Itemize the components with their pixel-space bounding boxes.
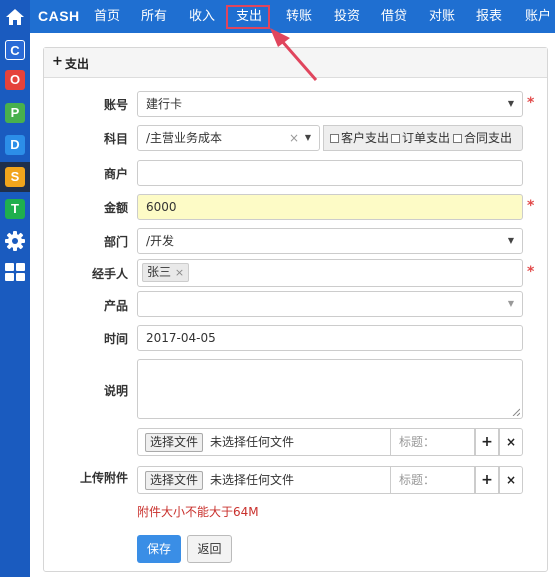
- subject-label: 科目: [103, 132, 128, 146]
- attachment-row: 选择文件 未选择任何文件 标题： + ×: [137, 428, 523, 456]
- time-label: 时间: [103, 332, 128, 346]
- attachment-title-input[interactable]: 标题：: [391, 428, 475, 456]
- description-label: 说明: [103, 384, 128, 398]
- attachment-row: 选择文件 未选择任何文件 标题： + ×: [137, 466, 523, 494]
- department-label: 部门: [103, 235, 128, 249]
- tag-remove-icon[interactable]: ×: [175, 266, 184, 279]
- checkbox-icon: [391, 134, 400, 143]
- top-navbar: CASH 首页 所有 收入 支出 转账 投资 借贷 对账 报表 账户: [30, 0, 555, 33]
- nav-home[interactable]: 首页: [94, 0, 120, 33]
- panel-title: 支出: [65, 57, 90, 71]
- panel-header: + 支出: [44, 48, 547, 78]
- handler-tag: 张三 ×: [142, 263, 190, 282]
- choose-file-button[interactable]: 选择文件: [145, 433, 204, 452]
- nav-transfer[interactable]: 转账: [286, 0, 312, 33]
- product-select[interactable]: ▼: [137, 291, 523, 317]
- amount-input[interactable]: 6000: [137, 194, 523, 220]
- clear-icon[interactable]: ×: [289, 126, 299, 150]
- product-label: 产品: [103, 299, 128, 313]
- required-mark: *: [527, 198, 535, 214]
- description-textarea[interactable]: [137, 359, 523, 419]
- s-app-icon[interactable]: S: [5, 167, 25, 187]
- department-select[interactable]: /开发 ▼: [137, 228, 523, 254]
- time-input[interactable]: 2017-04-05: [137, 325, 523, 351]
- attachment-size-note: 附件大小不能大于64M: [137, 505, 259, 519]
- account-value: 建行卡: [146, 97, 183, 111]
- nav-investment[interactable]: 投资: [334, 0, 360, 33]
- remove-attachment-button[interactable]: ×: [499, 466, 523, 494]
- subject-select[interactable]: /主营业务成本 × ▼: [137, 125, 320, 151]
- account-select[interactable]: 建行卡 ▼: [137, 91, 523, 117]
- file-input[interactable]: 选择文件 未选择任何文件: [137, 428, 391, 456]
- handler-multiselect[interactable]: 张三 ×: [137, 259, 523, 287]
- handler-label: 经手人: [91, 267, 128, 281]
- contract-expense-checkbox[interactable]: 合同支出: [453, 126, 512, 150]
- chevron-down-icon: ▼: [507, 99, 514, 108]
- choose-file-button[interactable]: 选择文件: [145, 471, 204, 490]
- checkbox-label: 合同支出: [464, 131, 513, 145]
- merchant-label: 商户: [103, 167, 128, 181]
- o-app-icon[interactable]: O: [5, 70, 25, 90]
- save-button[interactable]: 保存: [137, 535, 181, 563]
- checkbox-icon: [330, 134, 339, 143]
- customer-expense-checkbox[interactable]: 客户支出: [330, 126, 389, 150]
- required-mark: *: [527, 95, 535, 111]
- grid-icon[interactable]: [4, 262, 26, 282]
- add-attachment-button[interactable]: +: [475, 466, 499, 494]
- subject-value: /主营业务成本: [146, 131, 223, 145]
- brand-logo[interactable]: CASH: [38, 0, 80, 33]
- t-app-icon[interactable]: T: [5, 199, 25, 219]
- no-file-text: 未选择任何文件: [210, 473, 295, 487]
- checkbox-icon: [453, 134, 462, 143]
- nav-expense[interactable]: 支出: [228, 0, 270, 33]
- nav-loan[interactable]: 借贷: [381, 0, 407, 33]
- checkbox-label: 订单支出: [402, 131, 451, 145]
- add-attachment-button[interactable]: +: [475, 428, 499, 456]
- resize-grip-icon[interactable]: [512, 408, 520, 416]
- back-button[interactable]: 返回: [187, 535, 232, 563]
- d-app-icon[interactable]: D: [5, 135, 25, 155]
- c-app-icon[interactable]: C: [5, 40, 25, 60]
- subject-type-checkboxes: 客户支出 订单支出 合同支出: [323, 125, 523, 151]
- account-label: 账号: [103, 98, 128, 112]
- required-mark: *: [527, 264, 535, 280]
- home-icon[interactable]: [4, 6, 26, 28]
- department-value: /开发: [146, 234, 175, 248]
- chevron-down-icon: ▼: [507, 236, 514, 245]
- nav-accounts[interactable]: 账户: [525, 0, 551, 33]
- merchant-input[interactable]: [137, 160, 523, 186]
- nav-all[interactable]: 所有: [141, 0, 167, 33]
- plus-icon: +: [52, 54, 63, 69]
- app-sidebar: C O P D S T: [0, 0, 30, 577]
- attachment-title-input[interactable]: 标题：: [391, 466, 475, 494]
- attachment-label: 上传附件: [79, 471, 128, 485]
- nav-reconcile[interactable]: 对账: [429, 0, 455, 33]
- order-expense-checkbox[interactable]: 订单支出: [391, 126, 450, 150]
- handler-tag-text: 张三: [147, 265, 172, 279]
- file-input[interactable]: 选择文件 未选择任何文件: [137, 466, 391, 494]
- chevron-down-icon: ▼: [304, 133, 311, 142]
- chevron-down-icon: ▼: [507, 299, 514, 308]
- nav-reports[interactable]: 报表: [476, 0, 502, 33]
- no-file-text: 未选择任何文件: [210, 435, 295, 449]
- nav-income[interactable]: 收入: [189, 0, 215, 33]
- amount-label: 金额: [103, 201, 128, 215]
- p-app-icon[interactable]: P: [5, 103, 25, 123]
- checkbox-label: 客户支出: [341, 131, 390, 145]
- gear-icon[interactable]: [4, 230, 26, 252]
- remove-attachment-button[interactable]: ×: [499, 428, 523, 456]
